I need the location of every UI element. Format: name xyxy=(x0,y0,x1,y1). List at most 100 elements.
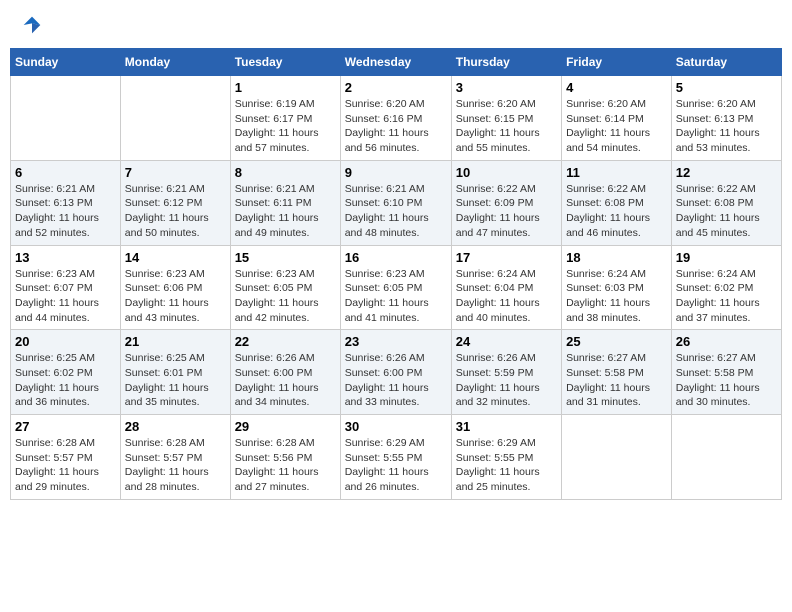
calendar-cell: 2 Sunrise: 6:20 AM Sunset: 6:16 PM Daylig… xyxy=(340,76,451,161)
logo-icon xyxy=(22,15,42,35)
calendar-cell: 3 Sunrise: 6:20 AM Sunset: 6:15 PM Daylig… xyxy=(451,76,561,161)
day-number: 12 xyxy=(676,165,777,180)
day-info: Sunrise: 6:26 AM Sunset: 6:00 PM Dayligh… xyxy=(345,351,447,410)
day-number: 13 xyxy=(15,250,116,265)
day-number: 2 xyxy=(345,80,447,95)
weekday-header: Tuesday xyxy=(230,49,340,76)
day-number: 7 xyxy=(125,165,226,180)
calendar-cell: 26 Sunrise: 6:27 AM Sunset: 5:58 PM Dayli… xyxy=(671,330,781,415)
day-info: Sunrise: 6:23 AM Sunset: 6:05 PM Dayligh… xyxy=(235,267,336,326)
calendar-cell: 8 Sunrise: 6:21 AM Sunset: 6:11 PM Daylig… xyxy=(230,160,340,245)
weekday-header: Wednesday xyxy=(340,49,451,76)
day-number: 30 xyxy=(345,419,447,434)
calendar-cell: 5 Sunrise: 6:20 AM Sunset: 6:13 PM Daylig… xyxy=(671,76,781,161)
day-info: Sunrise: 6:20 AM Sunset: 6:16 PM Dayligh… xyxy=(345,97,447,156)
calendar-cell: 14Sunrise: 6:23 AM Sunset: 6:06 PM Dayli… xyxy=(120,245,230,330)
day-number: 14 xyxy=(125,250,226,265)
calendar-cell xyxy=(11,76,121,161)
day-info: Sunrise: 6:27 AM Sunset: 5:58 PM Dayligh… xyxy=(676,351,777,410)
calendar-cell: 24 Sunrise: 6:26 AM Sunset: 5:59 PM Dayli… xyxy=(451,330,561,415)
calendar-cell: 16 Sunrise: 6:23 AM Sunset: 6:05 PM Dayli… xyxy=(340,245,451,330)
day-info: Sunrise: 6:23 AM Sunset: 6:05 PM Dayligh… xyxy=(345,267,447,326)
weekday-header: Saturday xyxy=(671,49,781,76)
day-number: 29 xyxy=(235,419,336,434)
calendar-cell: 11 Sunrise: 6:22 AM Sunset: 6:08 PM Dayli… xyxy=(562,160,672,245)
calendar-cell: 21 Sunrise: 6:25 AM Sunset: 6:01 PM Dayli… xyxy=(120,330,230,415)
day-info: Sunrise: 6:28 AM Sunset: 5:57 PM Dayligh… xyxy=(125,436,226,495)
calendar-cell: 19 Sunrise: 6:24 AM Sunset: 6:02 PM Dayli… xyxy=(671,245,781,330)
day-info: Sunrise: 6:29 AM Sunset: 5:55 PM Dayligh… xyxy=(456,436,557,495)
day-number: 19 xyxy=(676,250,777,265)
day-info: Sunrise: 6:21 AM Sunset: 6:13 PM Dayligh… xyxy=(15,182,116,241)
calendar-cell: 18 Sunrise: 6:24 AM Sunset: 6:03 PM Dayli… xyxy=(562,245,672,330)
day-number: 26 xyxy=(676,334,777,349)
day-number: 21 xyxy=(125,334,226,349)
calendar-cell: 25 Sunrise: 6:27 AM Sunset: 5:58 PM Dayli… xyxy=(562,330,672,415)
day-info: Sunrise: 6:20 AM Sunset: 6:15 PM Dayligh… xyxy=(456,97,557,156)
day-number: 20 xyxy=(15,334,116,349)
day-info: Sunrise: 6:24 AM Sunset: 6:03 PM Dayligh… xyxy=(566,267,667,326)
day-number: 6 xyxy=(15,165,116,180)
day-info: Sunrise: 6:28 AM Sunset: 5:56 PM Dayligh… xyxy=(235,436,336,495)
day-number: 11 xyxy=(566,165,667,180)
day-info: Sunrise: 6:24 AM Sunset: 6:04 PM Dayligh… xyxy=(456,267,557,326)
day-number: 27 xyxy=(15,419,116,434)
day-info: Sunrise: 6:27 AM Sunset: 5:58 PM Dayligh… xyxy=(566,351,667,410)
day-number: 25 xyxy=(566,334,667,349)
logo xyxy=(20,15,42,35)
calendar-week-row: 6 Sunrise: 6:21 AM Sunset: 6:13 PM Daylig… xyxy=(11,160,782,245)
calendar-cell: 29 Sunrise: 6:28 AM Sunset: 5:56 PM Dayli… xyxy=(230,415,340,500)
day-number: 15 xyxy=(235,250,336,265)
calendar-week-row: 1 Sunrise: 6:19 AM Sunset: 6:17 PM Daylig… xyxy=(11,76,782,161)
day-number: 5 xyxy=(676,80,777,95)
day-info: Sunrise: 6:26 AM Sunset: 5:59 PM Dayligh… xyxy=(456,351,557,410)
calendar-cell: 4Sunrise: 6:20 AM Sunset: 6:14 PM Daylig… xyxy=(562,76,672,161)
calendar-cell: 13Sunrise: 6:23 AM Sunset: 6:07 PM Dayli… xyxy=(11,245,121,330)
day-info: Sunrise: 6:21 AM Sunset: 6:11 PM Dayligh… xyxy=(235,182,336,241)
calendar-week-row: 13Sunrise: 6:23 AM Sunset: 6:07 PM Dayli… xyxy=(11,245,782,330)
day-number: 1 xyxy=(235,80,336,95)
day-number: 8 xyxy=(235,165,336,180)
calendar-cell: 27Sunrise: 6:28 AM Sunset: 5:57 PM Dayli… xyxy=(11,415,121,500)
day-info: Sunrise: 6:21 AM Sunset: 6:12 PM Dayligh… xyxy=(125,182,226,241)
calendar-cell: 28 Sunrise: 6:28 AM Sunset: 5:57 PM Dayli… xyxy=(120,415,230,500)
day-info: Sunrise: 6:25 AM Sunset: 6:01 PM Dayligh… xyxy=(125,351,226,410)
day-info: Sunrise: 6:24 AM Sunset: 6:02 PM Dayligh… xyxy=(676,267,777,326)
calendar-header-row: SundayMondayTuesdayWednesdayThursdayFrid… xyxy=(11,49,782,76)
calendar-cell: 12Sunrise: 6:22 AM Sunset: 6:08 PM Dayli… xyxy=(671,160,781,245)
calendar-cell xyxy=(671,415,781,500)
day-info: Sunrise: 6:25 AM Sunset: 6:02 PM Dayligh… xyxy=(15,351,116,410)
calendar-week-row: 20 Sunrise: 6:25 AM Sunset: 6:02 PM Dayli… xyxy=(11,330,782,415)
calendar-cell: 15 Sunrise: 6:23 AM Sunset: 6:05 PM Dayli… xyxy=(230,245,340,330)
day-info: Sunrise: 6:22 AM Sunset: 6:08 PM Dayligh… xyxy=(566,182,667,241)
day-info: Sunrise: 6:20 AM Sunset: 6:13 PM Dayligh… xyxy=(676,97,777,156)
weekday-header: Sunday xyxy=(11,49,121,76)
day-number: 17 xyxy=(456,250,557,265)
calendar-cell: 20 Sunrise: 6:25 AM Sunset: 6:02 PM Dayli… xyxy=(11,330,121,415)
calendar-cell: 31 Sunrise: 6:29 AM Sunset: 5:55 PM Dayli… xyxy=(451,415,561,500)
day-info: Sunrise: 6:22 AM Sunset: 6:09 PM Dayligh… xyxy=(456,182,557,241)
day-info: Sunrise: 6:29 AM Sunset: 5:55 PM Dayligh… xyxy=(345,436,447,495)
day-number: 31 xyxy=(456,419,557,434)
weekday-header: Friday xyxy=(562,49,672,76)
day-number: 9 xyxy=(345,165,447,180)
day-number: 3 xyxy=(456,80,557,95)
calendar-cell xyxy=(562,415,672,500)
calendar-cell: 6 Sunrise: 6:21 AM Sunset: 6:13 PM Daylig… xyxy=(11,160,121,245)
calendar-cell: 30 Sunrise: 6:29 AM Sunset: 5:55 PM Dayli… xyxy=(340,415,451,500)
calendar-cell: 1 Sunrise: 6:19 AM Sunset: 6:17 PM Daylig… xyxy=(230,76,340,161)
day-info: Sunrise: 6:26 AM Sunset: 6:00 PM Dayligh… xyxy=(235,351,336,410)
weekday-header: Thursday xyxy=(451,49,561,76)
day-number: 28 xyxy=(125,419,226,434)
day-info: Sunrise: 6:21 AM Sunset: 6:10 PM Dayligh… xyxy=(345,182,447,241)
calendar-week-row: 27 Sunrise: 6:28 AM Sunset: 5:57 PM Dayli… xyxy=(11,415,782,500)
day-info: Sunrise: 6:19 AM Sunset: 6:17 PM Dayligh… xyxy=(235,97,336,156)
day-number: 24 xyxy=(456,334,557,349)
calendar-cell: 9 Sunrise: 6:21 AM Sunset: 6:10 PM Daylig… xyxy=(340,160,451,245)
day-number: 18 xyxy=(566,250,667,265)
calendar-cell: 10Sunrise: 6:22 AM Sunset: 6:09 PM Dayli… xyxy=(451,160,561,245)
calendar-cell: 22Sunrise: 6:26 AM Sunset: 6:00 PM Dayli… xyxy=(230,330,340,415)
calendar-cell: 23Sunrise: 6:26 AM Sunset: 6:00 PM Dayli… xyxy=(340,330,451,415)
calendar-cell: 7 Sunrise: 6:21 AM Sunset: 6:12 PM Daylig… xyxy=(120,160,230,245)
day-number: 16 xyxy=(345,250,447,265)
